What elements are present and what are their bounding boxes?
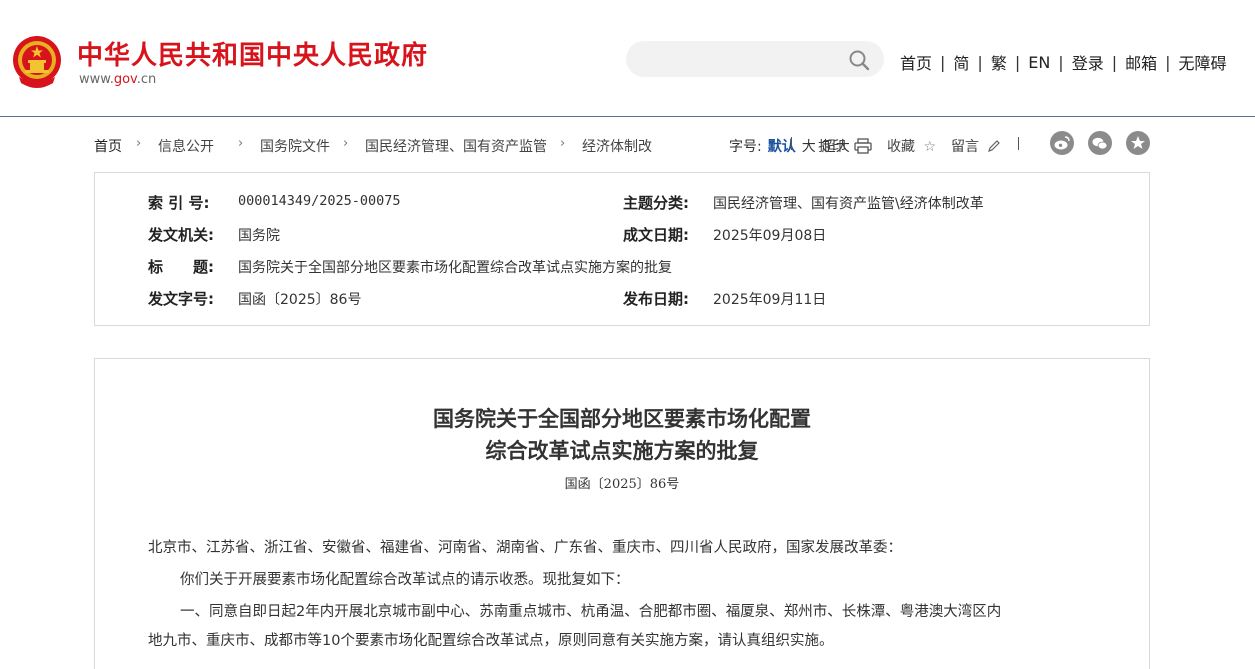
nav-separator: | bbox=[940, 52, 946, 72]
index-no-value: 000014349/2025-00075 bbox=[238, 193, 401, 209]
issuer-value: 国务院 bbox=[238, 228, 280, 244]
article-paragraph: 北京市、江苏省、浙江省、安徽省、福建省、河南省、湖南省、广东省、重庆市、四川省人… bbox=[148, 540, 902, 556]
site-header: 中华人民共和国中央人民政府 www.gov.cn 首页 | 简 | 繁 | EN | 登… bbox=[0, 0, 1255, 117]
publish-date-label: 发布日期: bbox=[623, 290, 689, 308]
font-size-label: 字号: bbox=[729, 139, 762, 155]
nav-separator: | bbox=[1165, 52, 1171, 72]
site-url-prefix: www. bbox=[79, 72, 114, 87]
nav-simplified[interactable]: 简 bbox=[953, 50, 969, 74]
nav-separator: | bbox=[1014, 52, 1021, 72]
article-paragraph: 地九市、重庆市、成都市等10个要素市场化配置综合改革试点，原则同意有关实施方案，… bbox=[148, 633, 834, 649]
favorites-share-icon[interactable] bbox=[1126, 131, 1150, 155]
chevron-right-icon: › bbox=[238, 136, 244, 151]
article-doc-number: 国函〔2025〕86号 bbox=[564, 477, 680, 492]
comment-button[interactable]: 留言 bbox=[951, 136, 1001, 156]
written-date-value: 2025年09月08日 bbox=[713, 228, 827, 244]
site-title[interactable]: 中华人民共和国中央人民政府 bbox=[77, 35, 428, 72]
nav-login[interactable]: 登录 bbox=[1072, 50, 1104, 74]
article-paragraph: 你们关于开展要素市场化配置综合改革试点的请示收悉。现批复如下： bbox=[180, 572, 630, 588]
nav-home[interactable]: 首页 bbox=[900, 50, 932, 74]
breadcrumb-reform[interactable]: 经济体制改 bbox=[582, 136, 652, 156]
title-value: 国务院关于全国部分地区要素市场化配置综合改革试点实施方案的批复 bbox=[238, 260, 672, 276]
nav-traditional[interactable]: 繁 bbox=[991, 50, 1007, 74]
pencil-icon bbox=[988, 140, 1001, 152]
doc-no-value: 国函〔2025〕86号 bbox=[238, 292, 362, 308]
breadcrumb-info-public[interactable]: 信息公开 bbox=[158, 136, 214, 156]
print-label: 打印 bbox=[818, 139, 846, 155]
search-box bbox=[626, 41, 884, 77]
divider bbox=[791, 137, 792, 150]
article-title-line-1: 国务院关于全国部分地区要素市场化配置 bbox=[433, 406, 811, 431]
breadcrumb-state-council-docs[interactable]: 国务院文件 bbox=[260, 136, 330, 156]
search-input[interactable] bbox=[642, 49, 846, 71]
font-size-large[interactable]: 大 bbox=[802, 139, 816, 155]
nav-accessibility[interactable]: 无障碍 bbox=[1179, 50, 1227, 74]
print-button[interactable]: 打印 bbox=[818, 136, 873, 156]
site-url-suffix: .cn bbox=[136, 72, 157, 87]
wechat-share-icon[interactable] bbox=[1088, 131, 1112, 155]
national-emblem-icon[interactable] bbox=[11, 33, 63, 91]
weibo-share-icon[interactable] bbox=[1050, 131, 1074, 155]
doc-no-label: 发文字号: bbox=[148, 290, 214, 308]
nav-separator: | bbox=[1111, 52, 1118, 72]
publish-date-value: 2025年09月11日 bbox=[713, 292, 827, 308]
nav-mail[interactable]: 邮箱 bbox=[1125, 50, 1157, 74]
nav-english[interactable]: EN bbox=[1028, 53, 1050, 72]
nav-separator: | bbox=[977, 52, 983, 72]
favorite-button[interactable]: 收藏 ☆ bbox=[887, 136, 936, 156]
star-icon: ☆ bbox=[923, 139, 937, 155]
chevron-right-icon: › bbox=[136, 136, 142, 151]
document-info-box: 索 引 号: 000014349/2025-00075 主题分类: 国民经济管理… bbox=[94, 172, 1150, 326]
site-url-brand: gov bbox=[113, 72, 137, 87]
breadcrumb-home[interactable]: 首页 bbox=[94, 136, 122, 156]
issuer-label: 发文机关: bbox=[148, 226, 214, 244]
article-paragraph: 一、同意自即日起2年内开展北京城市副中心、苏南重点城市、杭甬温、合肥都市圈、福厦… bbox=[180, 604, 1002, 620]
divider bbox=[1018, 137, 1019, 150]
top-nav: 首页 | 简 | 繁 | EN | 登录 | 邮箱 | 无障碍 bbox=[900, 50, 1227, 74]
article-title-line-2: 综合改革试点实施方案的批复 bbox=[485, 438, 759, 463]
comment-label: 留言 bbox=[951, 139, 979, 155]
category-value: 国民经济管理、国有资产监管\经济体制改革 bbox=[713, 196, 984, 212]
breadcrumb: 首页 › 信息公开 › 国务院文件 › 国民经济管理、国有资产监管 › 经济体制… bbox=[94, 131, 1154, 156]
written-date-label: 成文日期: bbox=[623, 226, 689, 244]
breadcrumb-economy[interactable]: 国民经济管理、国有资产监管 bbox=[365, 136, 547, 156]
category-label: 主题分类: bbox=[623, 194, 689, 212]
site-url[interactable]: www.gov.cn bbox=[79, 72, 156, 87]
nav-separator: | bbox=[1058, 52, 1064, 72]
favorite-label: 收藏 bbox=[887, 139, 915, 155]
index-no-label: 索 引 号: bbox=[148, 194, 210, 212]
printer-icon bbox=[854, 138, 873, 154]
title-label: 标 题: bbox=[148, 258, 214, 276]
chevron-right-icon: › bbox=[343, 136, 349, 151]
article-body: 国务院关于全国部分地区要素市场化配置 综合改革试点实施方案的批复 国函〔2025… bbox=[94, 358, 1150, 669]
search-icon[interactable] bbox=[848, 49, 870, 71]
chevron-right-icon: › bbox=[560, 136, 566, 151]
